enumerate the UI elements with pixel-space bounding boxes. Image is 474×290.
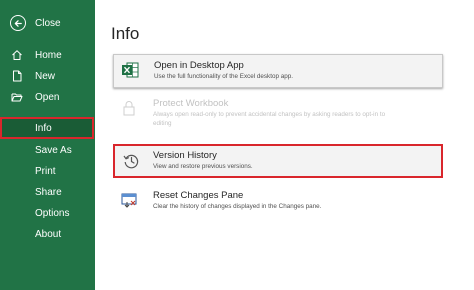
- sidebar-item-label: Options: [35, 207, 70, 219]
- sidebar-item-open[interactable]: Open: [0, 87, 95, 107]
- option-title: Open in Desktop App: [154, 60, 244, 71]
- sidebar-item-label: Print: [35, 165, 56, 177]
- sidebar-item-share[interactable]: Share: [0, 182, 95, 202]
- sidebar-item-home[interactable]: Home: [0, 45, 95, 65]
- sidebar-item-print[interactable]: Print: [0, 161, 95, 181]
- sidebar-item-label: About: [35, 228, 62, 240]
- option-description: Always open read-only to prevent acciden…: [153, 111, 386, 118]
- excel-icon: [122, 62, 139, 78]
- sidebar-item-label: Open: [35, 91, 60, 103]
- folder-open-icon: [11, 93, 23, 102]
- option-description: View and restore previous versions.: [153, 163, 253, 170]
- sidebar-item-info[interactable]: Info: [0, 117, 94, 139]
- history-icon: [123, 154, 139, 169]
- sidebar-item-about[interactable]: About: [0, 224, 95, 244]
- close-label: Close: [35, 17, 61, 29]
- home-icon: [12, 50, 22, 60]
- protect-workbook-button: Protect Workbook Always open read-only t…: [113, 93, 443, 133]
- lock-icon: [123, 101, 135, 116]
- open-in-desktop-app-button[interactable]: Open in Desktop App Use the full functio…: [113, 54, 443, 88]
- sidebar-item-label: Save As: [35, 144, 72, 156]
- sidebar-item-new[interactable]: New: [0, 66, 95, 86]
- backstage-sidebar: Close Home New Open Info Save As Print S…: [0, 0, 95, 290]
- option-title: Reset Changes Pane: [153, 190, 244, 201]
- option-description-cont: editing: [153, 120, 172, 127]
- reset-changes-pane-button[interactable]: Reset Changes Pane Clear the history of …: [113, 185, 443, 219]
- sidebar-item-label: New: [35, 70, 56, 82]
- page-title: Info: [111, 24, 140, 43]
- close-button[interactable]: Close: [10, 13, 61, 33]
- option-title: Version History: [153, 150, 217, 161]
- new-file-icon: [13, 70, 22, 82]
- sidebar-item-label: Home: [35, 49, 62, 61]
- reset-pane-icon: [121, 193, 137, 208]
- sidebar-item-save-as[interactable]: Save As: [0, 140, 95, 160]
- option-title: Protect Workbook: [153, 98, 229, 109]
- version-history-button[interactable]: Version History View and restore previou…: [113, 144, 443, 178]
- sidebar-item-label: Info: [35, 122, 52, 134]
- option-description: Clear the history of changes displayed i…: [153, 203, 322, 210]
- back-arrow-icon: [10, 15, 26, 31]
- sidebar-item-options[interactable]: Options: [0, 203, 95, 223]
- sidebar-item-label: Share: [35, 186, 62, 198]
- option-description: Use the full functionality of the Excel …: [154, 73, 293, 80]
